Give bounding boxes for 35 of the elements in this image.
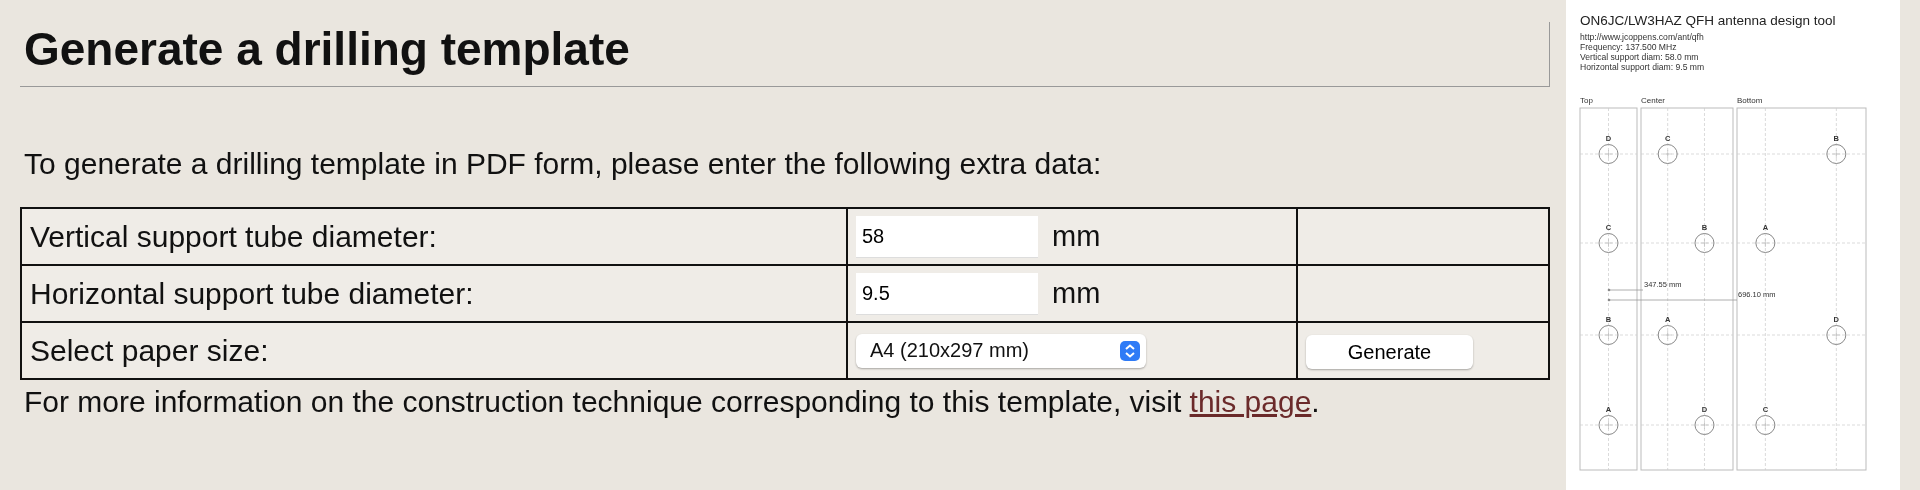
document-info: Frequency: 137.500 MHz [1580,42,1677,52]
section-label: Center [1641,96,1665,105]
input-field[interactable]: 9.5 [856,272,1038,315]
info-text: For more information on the construction technique corresponding to this template, visit this page. [24,384,1321,420]
field-label: Horizontal support tube diameter: [30,276,474,311]
field-label: Select paper size: [30,333,269,368]
drill-hole-marker [1826,144,1847,164]
drill-hole-marker [1694,415,1715,435]
unit-label: mm [1052,277,1101,310]
select-field[interactable]: A4 (210x297 mm) [856,333,1146,368]
drill-hole-marker [1826,325,1847,345]
input-field[interactable]: 58 [856,215,1038,258]
unit-label: mm [1052,220,1101,253]
dimension-line [1607,288,1644,292]
drill-hole-marker [1755,415,1776,435]
drill-hole-marker [1755,233,1776,253]
section-label: Top [1580,96,1593,105]
drill-hole-marker [1598,415,1619,435]
section-label: Bottom [1737,96,1763,105]
field-label: Vertical support tube diameter: [30,219,437,254]
drill-hole-marker [1598,233,1619,253]
drill-hole-marker [1657,144,1678,164]
document-info: Vertical support diam: 58.0 mm [1580,52,1699,62]
drill-hole-marker [1598,144,1619,164]
document-title: ON6JC/LW3HAZ QFH antenna design tool [1580,13,1836,28]
page-heading: Generate a drilling template [20,22,1550,87]
intro-text: To generate a drilling template in PDF form, please enter the following extra data: [24,147,1102,181]
drill-hole-marker [1598,325,1619,345]
drill-hole-marker [1694,233,1715,253]
generate-button[interactable]: Generate [1306,335,1473,370]
document-info: Horizontal support diam: 9.5 mm [1580,62,1705,72]
drill-hole-marker [1657,325,1678,345]
document-info: http://www.jcoppens.com/ant/qfh [1580,32,1704,42]
chevron-icon [1120,340,1140,361]
page-link[interactable]: this page [1189,385,1312,418]
